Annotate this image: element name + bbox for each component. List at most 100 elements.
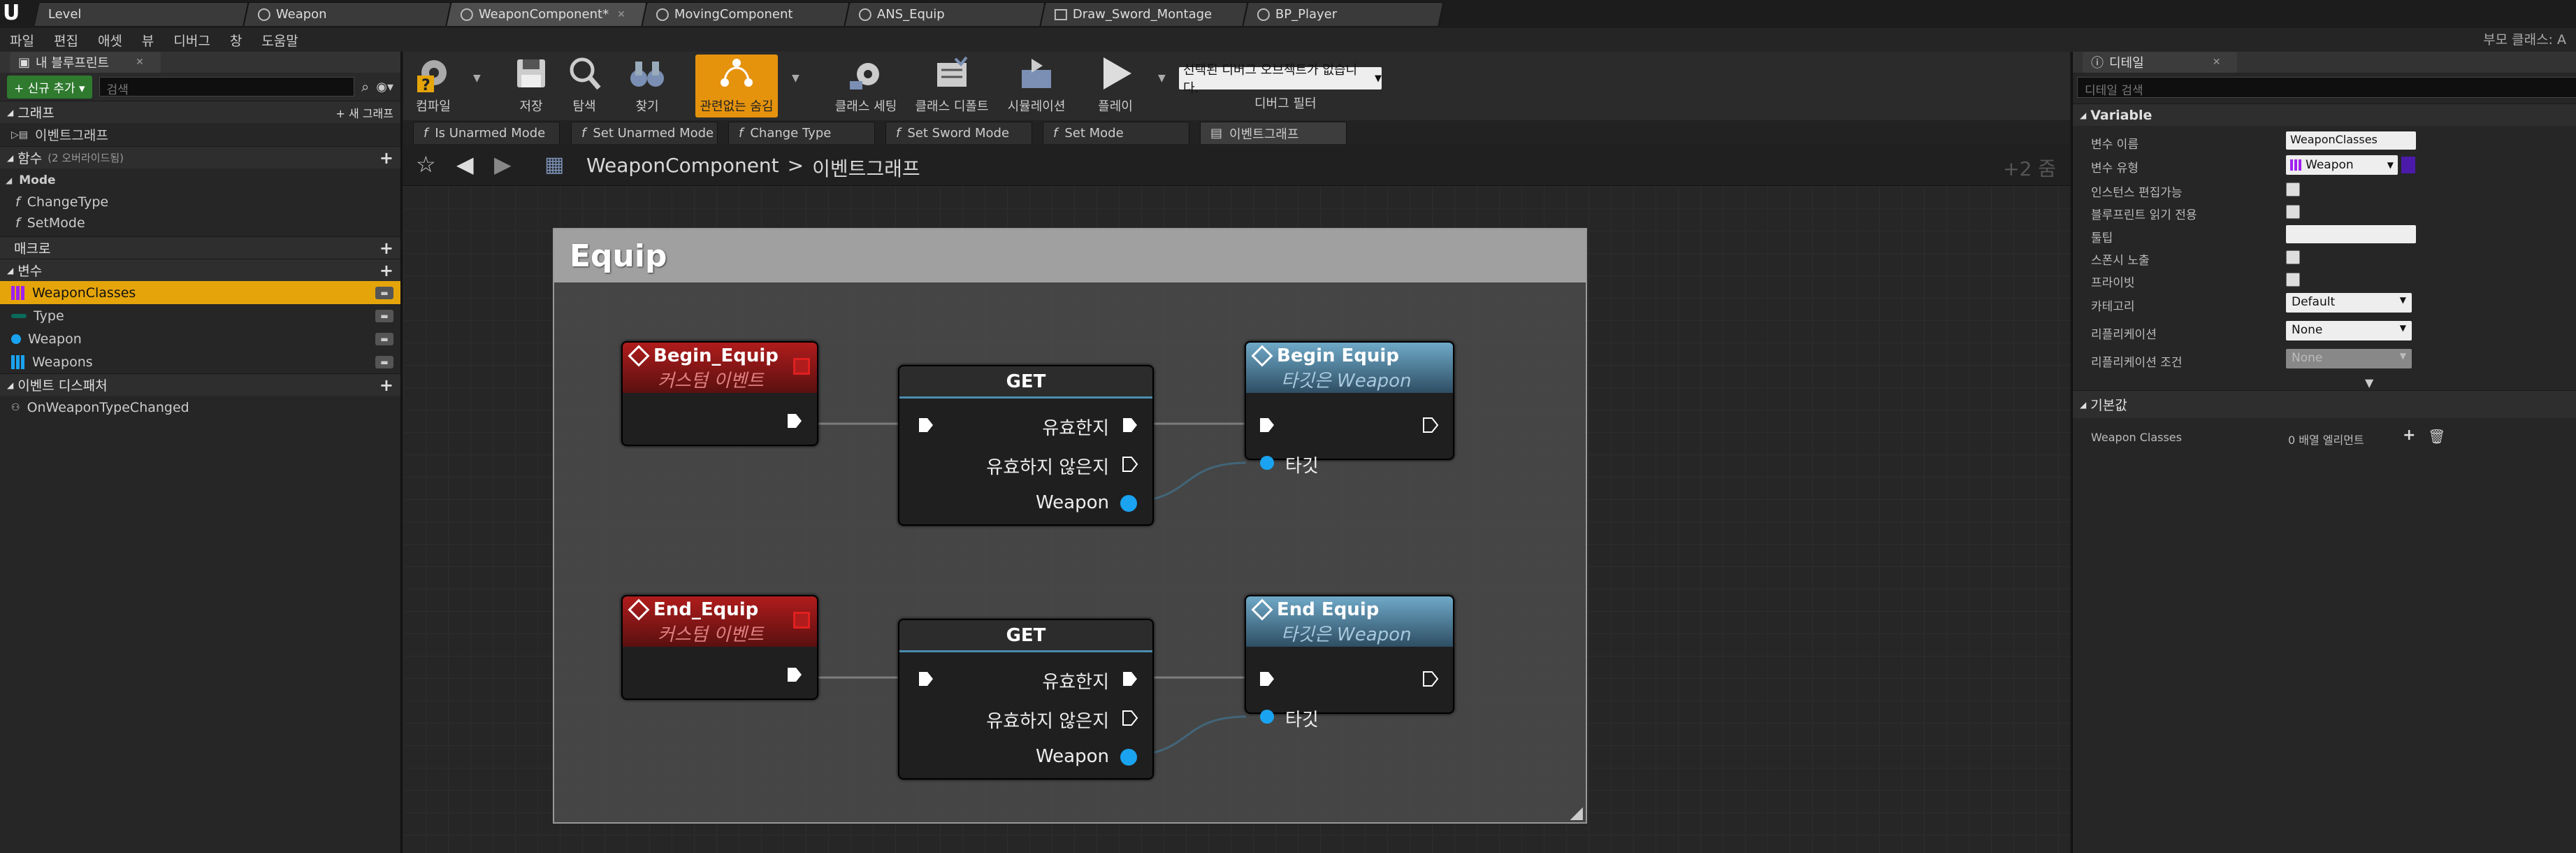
- tab-level[interactable]: Level: [34, 2, 249, 26]
- exec-in-pin[interactable]: [918, 417, 934, 433]
- search-input[interactable]: 검색: [99, 77, 355, 97]
- menu-debug[interactable]: 디버그: [164, 31, 219, 50]
- compile-button[interactable]: ? 컴파일: [409, 55, 458, 117]
- private-checkbox[interactable]: [2286, 273, 2300, 287]
- variable-item-type[interactable]: Type ▬: [0, 304, 400, 327]
- menu-help[interactable]: 도움말: [252, 31, 307, 50]
- exec-valid-out-pin[interactable]: [1122, 671, 1138, 687]
- details-search-input[interactable]: 디테일 검색: [2077, 77, 2576, 98]
- variable-item-weapon-classes[interactable]: WeaponClasses ▬: [0, 281, 400, 304]
- replication-dropdown[interactable]: None ▼: [2286, 321, 2412, 341]
- variable-type-toggle[interactable]: ▬: [375, 286, 393, 299]
- debug-object-select[interactable]: 선택된 디버그 오브젝트가 없습니다. ▼: [1179, 63, 1382, 96]
- close-icon[interactable]: ✕: [617, 9, 625, 20]
- find-button[interactable]: 찾기: [624, 55, 670, 117]
- exec-out-pin[interactable]: [786, 413, 803, 429]
- save-button[interactable]: 저장: [508, 55, 554, 117]
- variable-name-field[interactable]: WeaponClasses: [2286, 131, 2416, 150]
- graph-section-header[interactable]: ◢ 그래프 + 새 그래프: [0, 101, 400, 123]
- add-element-button[interactable]: +: [2403, 426, 2415, 444]
- instance-editable-checkbox[interactable]: [2286, 182, 2300, 196]
- target-input-pin[interactable]: [1260, 456, 1274, 470]
- variable-type-toggle[interactable]: ▬: [375, 332, 393, 345]
- hide-unrelated-button[interactable]: 관련없는 숨김: [695, 55, 778, 117]
- begin-equip-event-node[interactable]: Begin_Equip 커스텀 이벤트: [621, 341, 818, 446]
- exec-in-pin[interactable]: [1259, 671, 1275, 687]
- tab-draw-sword-montage[interactable]: Draw_Sword_Montage: [1040, 2, 1248, 26]
- tooltip-field[interactable]: [2286, 225, 2416, 243]
- is-valid-get-node-begin[interactable]: GET 유효한지 유효하지 않은지 Weapon: [898, 365, 1154, 526]
- unreal-logo[interactable]: U: [3, 3, 24, 24]
- replication-condition-dropdown[interactable]: None ▼: [2286, 349, 2412, 368]
- blueprint-readonly-checkbox[interactable]: [2286, 205, 2300, 219]
- class-settings-button[interactable]: 클래스 세팅: [831, 55, 901, 117]
- add-function-button[interactable]: +: [379, 150, 393, 166]
- tab-weapon-component[interactable]: WeaponComponent* ✕: [446, 2, 647, 26]
- tab-set-unarmed-mode[interactable]: f Set Unarmed Mode: [571, 122, 718, 144]
- tab-set-mode[interactable]: f Set Mode: [1043, 122, 1189, 144]
- delegate-pin-icon[interactable]: [793, 612, 810, 629]
- my-blueprint-tab[interactable]: ▣ 내 블루프린트 ✕: [10, 52, 161, 73]
- container-type-icon[interactable]: [2401, 157, 2415, 173]
- resize-grip-icon[interactable]: ◢: [1570, 803, 1583, 822]
- simulation-button[interactable]: 시뮬레이션: [1003, 55, 1070, 117]
- tab-ans-equip[interactable]: ANS_Equip: [844, 2, 1045, 26]
- comment-title[interactable]: Equip: [554, 229, 1586, 282]
- variable-item-weapons[interactable]: Weapons ▬: [0, 350, 400, 373]
- exec-in-pin[interactable]: [1259, 417, 1275, 433]
- category-dropdown[interactable]: Default ▼: [2286, 293, 2412, 313]
- breadcrumb-component[interactable]: WeaponComponent: [586, 154, 779, 182]
- compile-dropdown-icon[interactable]: ▼: [473, 73, 481, 84]
- tab-weapon[interactable]: Weapon: [243, 2, 451, 26]
- play-dropdown-icon[interactable]: ▼: [1158, 73, 1166, 84]
- target-input-pin[interactable]: [1260, 710, 1274, 724]
- parent-class-label[interactable]: 부모 클래스: A: [2483, 29, 2566, 48]
- exec-in-pin[interactable]: [918, 671, 934, 687]
- variable-type-dropdown[interactable]: Weapon ▼: [2286, 155, 2398, 175]
- close-icon[interactable]: ✕: [136, 57, 144, 68]
- variable-item-weapon[interactable]: Weapon ▬: [0, 327, 400, 350]
- weapon-output-pin[interactable]: [1120, 749, 1137, 766]
- eye-icon[interactable]: ◉▾: [376, 80, 393, 94]
- back-arrow-icon[interactable]: ◀: [456, 151, 474, 178]
- graph-hierarchy-icon[interactable]: ▦: [544, 152, 564, 177]
- new-graph-button[interactable]: + 새 그래프: [336, 104, 393, 121]
- tab-event-graph[interactable]: ▤ 이벤트그래프: [1200, 122, 1347, 144]
- functions-section-header[interactable]: ◢ 함수 (2 오버라이드됨) +: [0, 146, 400, 169]
- exec-not-valid-out-pin[interactable]: [1122, 710, 1138, 726]
- trash-icon[interactable]: 🗑: [2428, 428, 2445, 445]
- graph-canvas[interactable]: Equip ◢ Begin_Equip 커스텀 이벤트 GET 유효한지 유효하…: [403, 186, 2070, 853]
- tab-set-sword-mode[interactable]: f Set Sword Mode: [885, 122, 1032, 144]
- exec-out-pin[interactable]: [1422, 417, 1439, 433]
- class-defaults-button[interactable]: 클래스 디폴트: [912, 55, 992, 117]
- graph-item-event-graph[interactable]: ▷▤ 이벤트그래프: [0, 123, 400, 146]
- variables-section-header[interactable]: ◢ 변수 +: [0, 259, 400, 281]
- end-equip-call-node[interactable]: End Equip 타깃은 Weapon 타깃: [1245, 595, 1454, 731]
- begin-equip-call-node[interactable]: Begin Equip 타깃은 Weapon 타깃: [1245, 341, 1454, 477]
- macros-section-header[interactable]: 매크로 +: [0, 236, 400, 259]
- menu-file[interactable]: 파일: [0, 31, 44, 50]
- function-category-mode[interactable]: ◢ Mode: [0, 169, 400, 192]
- play-button[interactable]: 플레이: [1091, 55, 1140, 117]
- menu-window[interactable]: 창: [220, 31, 252, 50]
- exec-valid-out-pin[interactable]: [1122, 417, 1138, 433]
- hide-unrelated-dropdown-icon[interactable]: ▼: [792, 73, 799, 84]
- exec-out-pin[interactable]: [1422, 671, 1439, 687]
- variable-section-header[interactable]: ◢ Variable: [2073, 103, 2576, 126]
- exec-out-pin[interactable]: [786, 666, 803, 683]
- tab-moving-component[interactable]: MovingComponent: [642, 2, 850, 26]
- add-dispatcher-button[interactable]: +: [379, 377, 393, 394]
- add-variable-button[interactable]: +: [379, 262, 393, 279]
- tab-is-unarmed-mode[interactable]: f Is Unarmed Mode: [413, 122, 560, 144]
- end-equip-event-node[interactable]: End_Equip 커스텀 이벤트: [621, 595, 818, 700]
- menu-asset[interactable]: 애셋: [88, 31, 132, 50]
- function-item-set-mode[interactable]: f SetMode: [0, 213, 400, 234]
- exec-not-valid-out-pin[interactable]: [1122, 456, 1138, 473]
- details-tab[interactable]: ⓘ 디테일 ✕: [2083, 52, 2238, 73]
- variable-type-toggle[interactable]: ▬: [375, 309, 393, 322]
- variable-type-toggle[interactable]: ▬: [375, 355, 393, 368]
- tab-change-type[interactable]: f Change Type: [728, 122, 875, 144]
- dispatchers-section-header[interactable]: ◢ 이벤트 디스패처 +: [0, 373, 400, 396]
- forward-arrow-icon[interactable]: ▶: [494, 151, 512, 178]
- function-item-change-type[interactable]: f ChangeType: [0, 192, 400, 213]
